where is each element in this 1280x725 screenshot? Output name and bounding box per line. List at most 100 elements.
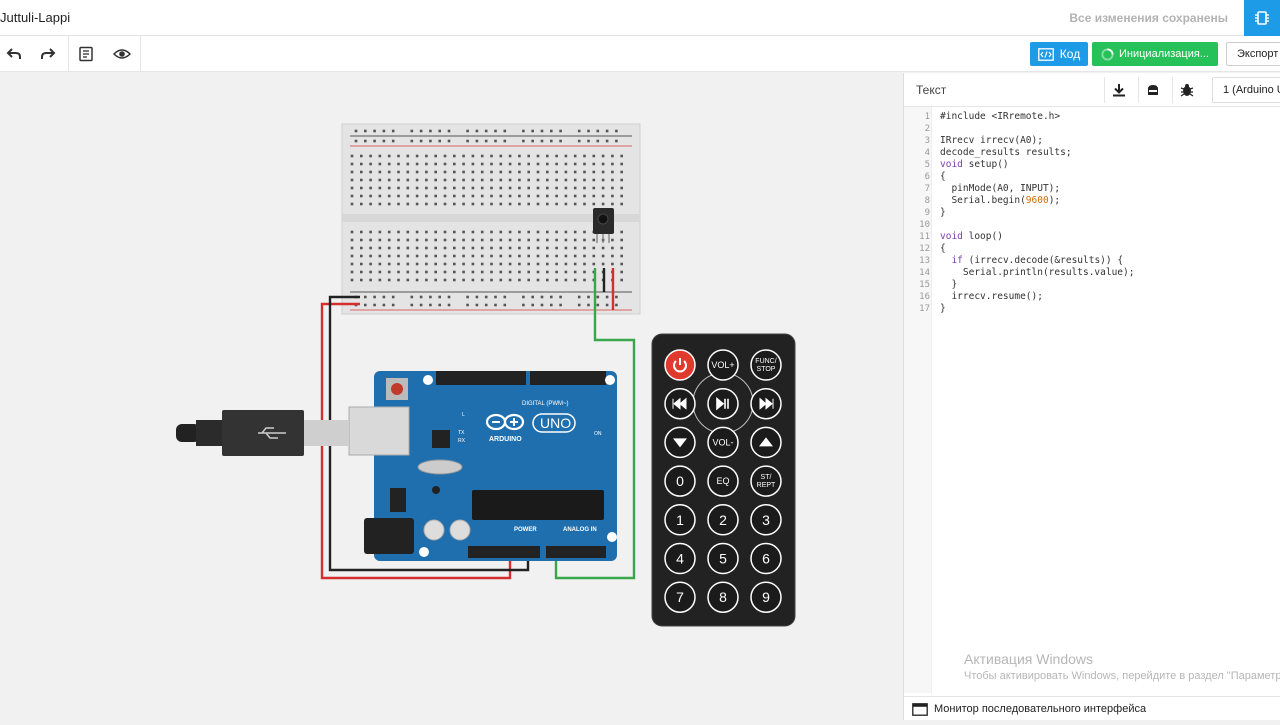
- breadboard-hole[interactable]: [462, 270, 465, 274]
- breadboard-hole[interactable]: [508, 230, 512, 234]
- export-button[interactable]: Экспорт: [1226, 42, 1280, 66]
- breadboard-hole[interactable]: [620, 238, 623, 242]
- breadboard-hole[interactable]: [480, 154, 484, 158]
- breadboard-hole[interactable]: [583, 154, 586, 158]
- breadboard-hole[interactable]: [387, 270, 391, 274]
- breadboard-hole[interactable]: [425, 178, 428, 182]
- breadboard-hole[interactable]: [592, 194, 596, 198]
- breadboard-hole[interactable]: [494, 129, 497, 133]
- download-code-button[interactable]: [1104, 77, 1132, 103]
- breadboard-hole[interactable]: [601, 194, 605, 198]
- breadboard-hole[interactable]: [387, 194, 391, 198]
- breadboard-hole[interactable]: [573, 278, 577, 282]
- breadboard-hole[interactable]: [434, 278, 437, 282]
- breadboard-hole[interactable]: [425, 162, 428, 166]
- breadboard-hole[interactable]: [350, 162, 354, 166]
- breadboard-hole[interactable]: [480, 230, 484, 234]
- breadboard-hole[interactable]: [499, 278, 503, 282]
- breadboard-hole[interactable]: [620, 230, 623, 234]
- remote-button[interactable]: ST/REPT: [750, 465, 782, 497]
- code-line[interactable]: 7 pinMode(A0, INPUT);: [904, 183, 1280, 195]
- breadboard-hole[interactable]: [415, 178, 419, 182]
- code-line[interactable]: 15 }: [904, 279, 1280, 291]
- breadboard-hole[interactable]: [546, 254, 549, 258]
- breadboard-hole[interactable]: [387, 246, 391, 250]
- breadboard-hole[interactable]: [425, 262, 428, 266]
- breadboard-hole[interactable]: [583, 162, 586, 166]
- breadboard-hole[interactable]: [559, 303, 562, 307]
- breadboard-hole[interactable]: [503, 295, 507, 299]
- breadboard-hole[interactable]: [443, 230, 447, 234]
- breadboard-hole[interactable]: [387, 254, 391, 258]
- breadboard-hole[interactable]: [564, 262, 568, 266]
- breadboard-hole[interactable]: [350, 246, 354, 250]
- breadboard-hole[interactable]: [480, 270, 484, 274]
- breadboard-hole[interactable]: [397, 254, 400, 258]
- breadboard-hole[interactable]: [480, 246, 484, 250]
- breadboard-hole[interactable]: [564, 278, 568, 282]
- breadboard-hole[interactable]: [615, 295, 618, 299]
- redo-button[interactable]: [34, 40, 62, 68]
- breadboard-hole[interactable]: [453, 154, 456, 158]
- breadboard-hole[interactable]: [369, 230, 372, 234]
- breadboard-hole[interactable]: [484, 303, 488, 307]
- breadboard-hole[interactable]: [397, 262, 400, 266]
- breadboard-hole[interactable]: [480, 178, 484, 182]
- breadboard-hole[interactable]: [434, 202, 437, 206]
- breadboard-hole[interactable]: [527, 262, 530, 266]
- breadboard-hole[interactable]: [596, 303, 600, 307]
- breadboard-hole[interactable]: [369, 194, 372, 198]
- breadboard-hole[interactable]: [410, 303, 414, 307]
- breadboard-hole[interactable]: [531, 303, 534, 307]
- breadboard-hole[interactable]: [369, 270, 372, 274]
- breadboard-hole[interactable]: [546, 202, 549, 206]
- breadboard-hole[interactable]: [573, 230, 577, 234]
- breadboard-hole[interactable]: [499, 262, 503, 266]
- breadboard-hole[interactable]: [480, 170, 484, 174]
- breadboard-hole[interactable]: [378, 178, 382, 182]
- breadboard-hole[interactable]: [536, 262, 540, 266]
- code-line[interactable]: 5 void setup(): [904, 159, 1280, 171]
- breadboard-hole[interactable]: [573, 178, 577, 182]
- breadboard-hole[interactable]: [587, 139, 590, 143]
- breadboard-hole[interactable]: [369, 246, 372, 250]
- breadboard-hole[interactable]: [611, 186, 614, 190]
- remote-button[interactable]: 6: [750, 542, 782, 575]
- breadboard-hole[interactable]: [583, 246, 586, 250]
- code-editor[interactable]: 1 #include <IRremote.h> 2 3 IRrecv irrecv(A0…: [904, 111, 1280, 315]
- breadboard-hole[interactable]: [443, 254, 447, 258]
- breadboard-hole[interactable]: [490, 154, 493, 158]
- breadboard-hole[interactable]: [518, 154, 521, 158]
- breadboard-hole[interactable]: [573, 162, 577, 166]
- breadboard-hole[interactable]: [499, 178, 503, 182]
- breadboard-hole[interactable]: [471, 238, 475, 242]
- remote-button[interactable]: [664, 387, 696, 420]
- code-line[interactable]: 6{: [904, 171, 1280, 183]
- breadboard-hole[interactable]: [471, 246, 475, 250]
- breadboard-hole[interactable]: [429, 129, 432, 133]
- breadboard-hole[interactable]: [406, 154, 410, 158]
- breadboard-hole[interactable]: [546, 262, 549, 266]
- upload-code-button[interactable]: [1138, 77, 1166, 103]
- breadboard-hole[interactable]: [605, 139, 609, 143]
- breadboard-hole[interactable]: [466, 139, 469, 143]
- breadboard-hole[interactable]: [443, 178, 447, 182]
- breadboard-hole[interactable]: [573, 170, 577, 174]
- breadboard-hole[interactable]: [611, 254, 614, 258]
- breadboard-hole[interactable]: [462, 230, 465, 234]
- breadboard-hole[interactable]: [508, 178, 512, 182]
- breadboard-hole[interactable]: [508, 254, 512, 258]
- breadboard-hole[interactable]: [419, 303, 423, 307]
- breadboard-hole[interactable]: [443, 262, 447, 266]
- breadboard-hole[interactable]: [453, 278, 456, 282]
- breadboard-hole[interactable]: [419, 295, 423, 299]
- breadboard-hole[interactable]: [434, 194, 437, 198]
- breadboard-hole[interactable]: [601, 162, 605, 166]
- breadboard-hole[interactable]: [601, 254, 605, 258]
- breadboard-hole[interactable]: [429, 303, 432, 307]
- breadboard-hole[interactable]: [415, 262, 419, 266]
- breadboard-hole[interactable]: [462, 262, 465, 266]
- breadboard-hole[interactable]: [453, 202, 456, 206]
- breadboard-hole[interactable]: [369, 254, 372, 258]
- breadboard-hole[interactable]: [462, 238, 465, 242]
